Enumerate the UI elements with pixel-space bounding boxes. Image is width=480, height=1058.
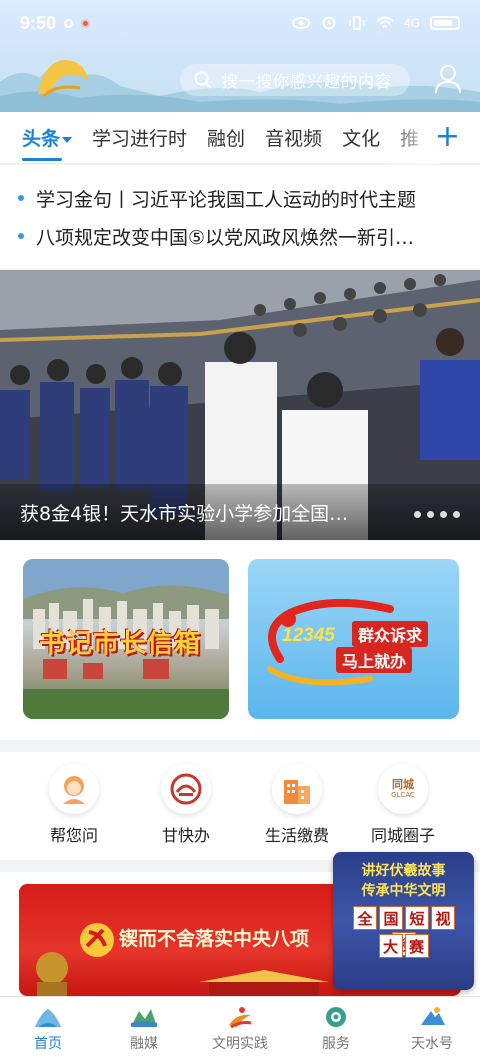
service-grid: 帮您问 甘快办 生活缴费 同城 GLCAC 同城圈子 (0, 752, 480, 860)
promo-title: 锲而不舍落实中央八项 (119, 928, 310, 950)
chevron-down-icon (62, 136, 73, 143)
bullet-icon (18, 233, 24, 239)
service-label: 甘快办 (161, 826, 210, 845)
lion-statue-image (36, 952, 68, 996)
ad-tile: 大 (378, 934, 403, 958)
hotline-card[interactable]: 12345 群众诉求 马上就办 (248, 559, 459, 719)
pager-dot (427, 511, 434, 518)
floating-ad[interactable]: 讲好伏羲故事 传承中华文明 全 国 短 视 频 大 赛 (333, 852, 474, 990)
tongcheng-icon-subtext: GLCAC (391, 790, 415, 799)
bottom-navigation: 首页 融媒 文明实践 服务 天水号 (0, 996, 480, 1058)
headline-text: 八项规定改变中国⑤以党风政风焕然一新引… (36, 226, 415, 249)
ad-line-1: 讲好伏羲故事 (361, 863, 446, 879)
carousel-banner[interactable]: 获8金4银！天水市实验小学参加全国… (0, 270, 480, 540)
battery-icon (430, 16, 460, 30)
ad-tile: 全 (353, 906, 377, 930)
banner-title: 获8金4银！天水市实验小学参加全国… (20, 502, 349, 525)
tab-rongchuang[interactable]: 融创 (207, 124, 245, 151)
nav-label: 天水号 (411, 1036, 453, 1052)
service-bills[interactable]: 生活缴费 (224, 752, 370, 860)
civilization-icon (229, 1007, 252, 1029)
network-indicator: 4G (403, 16, 420, 30)
service-label: 同城圈子 (370, 826, 435, 845)
ad-line-2: 传承中华文明 (361, 883, 446, 899)
nav-label: 首页 (34, 1036, 62, 1052)
vibrate-icon (349, 16, 365, 30)
mayor-mailbox-card[interactable]: 书记市长信箱 (23, 559, 229, 719)
ad-tile: 赛 (404, 934, 429, 958)
headline-list: 学习金句丨习近平论我国工人运动的时代主题 八项规定改变中国⑤以党风政风焕然一新引… (0, 165, 480, 269)
feature-cards: 书记市长信箱 12345 群众诉求 马上就办 (0, 541, 480, 740)
notification-icon (64, 18, 74, 28)
app-header: 9:50 4G 搜一搜你感兴趣的内容 (0, 0, 480, 112)
service-gankuaiban[interactable]: 甘快办 (148, 752, 224, 860)
alarm-icon (322, 16, 336, 30)
nav-tianshui[interactable]: 天水号 (384, 997, 480, 1058)
tab-audio-video[interactable]: 音视频 (265, 124, 322, 151)
status-time: 9:50 (20, 12, 57, 33)
eye-icon (291, 17, 310, 29)
hotline-slogan-1: 群众诉求 (352, 621, 429, 647)
nav-label: 服务 (322, 1036, 350, 1052)
pager-dot (453, 511, 460, 518)
nav-media[interactable]: 融媒 (96, 997, 192, 1058)
headline-item[interactable]: 学习金句丨习近平论我国工人运动的时代主题 (18, 179, 460, 217)
headline-text: 学习金句丨习近平论我国工人运动的时代主题 (36, 188, 417, 211)
tiananmen-image (199, 970, 329, 996)
pager-dot (440, 511, 447, 518)
gankuaiban-icon (161, 764, 211, 814)
hotline-number: 12345 (282, 625, 335, 646)
tab-headlines[interactable]: 头条 (22, 124, 73, 161)
pager-dot (414, 511, 421, 518)
bullet-icon (18, 195, 24, 201)
nav-label: 融媒 (130, 1036, 158, 1052)
nav-civilization[interactable]: 文明实践 (192, 997, 288, 1058)
carousel-pager (414, 511, 460, 518)
party-emblem-icon (80, 923, 114, 957)
user-icon[interactable] (434, 64, 462, 94)
nav-service[interactable]: 服务 (288, 997, 384, 1058)
tianshui-icon (421, 1007, 445, 1025)
mailbox-title: 书记市长信箱 (39, 629, 202, 659)
service-label: 生活缴费 (264, 826, 329, 845)
status-bar: 9:50 4G (20, 10, 460, 36)
tongcheng-icon: 同城 GLCAC (378, 764, 428, 814)
search-bar[interactable]: 搜一搜你感兴趣的内容 (180, 64, 410, 96)
channel-tabs: 头条 学习进行时 融创 音视频 文化 推 + (0, 112, 480, 164)
tab-fade (380, 112, 440, 164)
tab-culture[interactable]: 文化 (342, 124, 380, 151)
ad-tile: 视 (431, 906, 455, 930)
hotline-slogan-2: 马上就办 (336, 647, 413, 673)
notification-icon (81, 18, 91, 28)
service-help[interactable]: 帮您问 (0, 752, 148, 860)
nav-home[interactable]: 首页 (0, 997, 96, 1058)
nav-label: 文明实践 (212, 1036, 268, 1052)
tab-study[interactable]: 学习进行时 (92, 124, 187, 151)
service-tongcheng[interactable]: 同城 GLCAC 同城圈子 (370, 752, 436, 860)
add-channel-icon[interactable]: + (435, 122, 460, 152)
ad-tile: 国 (379, 906, 403, 930)
help-icon (49, 764, 99, 814)
banner-caption: 获8金4银！天水市实验小学参加全国… (0, 484, 480, 540)
search-placeholder: 搜一搜你感兴趣的内容 (222, 72, 393, 91)
ad-tiles-row-2: 大 赛 (333, 934, 474, 958)
app-logo[interactable] (34, 54, 92, 100)
media-icon (131, 1009, 157, 1027)
ad-tile: 短 (405, 906, 429, 930)
tongcheng-icon-text: 同城 (392, 777, 414, 791)
wifi-icon (376, 16, 394, 28)
service-label: 帮您问 (49, 826, 98, 845)
building-icon (272, 764, 322, 814)
search-icon (194, 71, 212, 89)
service-icon (326, 1007, 346, 1027)
headline-item[interactable]: 八项规定改变中国⑤以党风政风焕然一新引… (18, 217, 460, 255)
home-icon (35, 1009, 61, 1027)
